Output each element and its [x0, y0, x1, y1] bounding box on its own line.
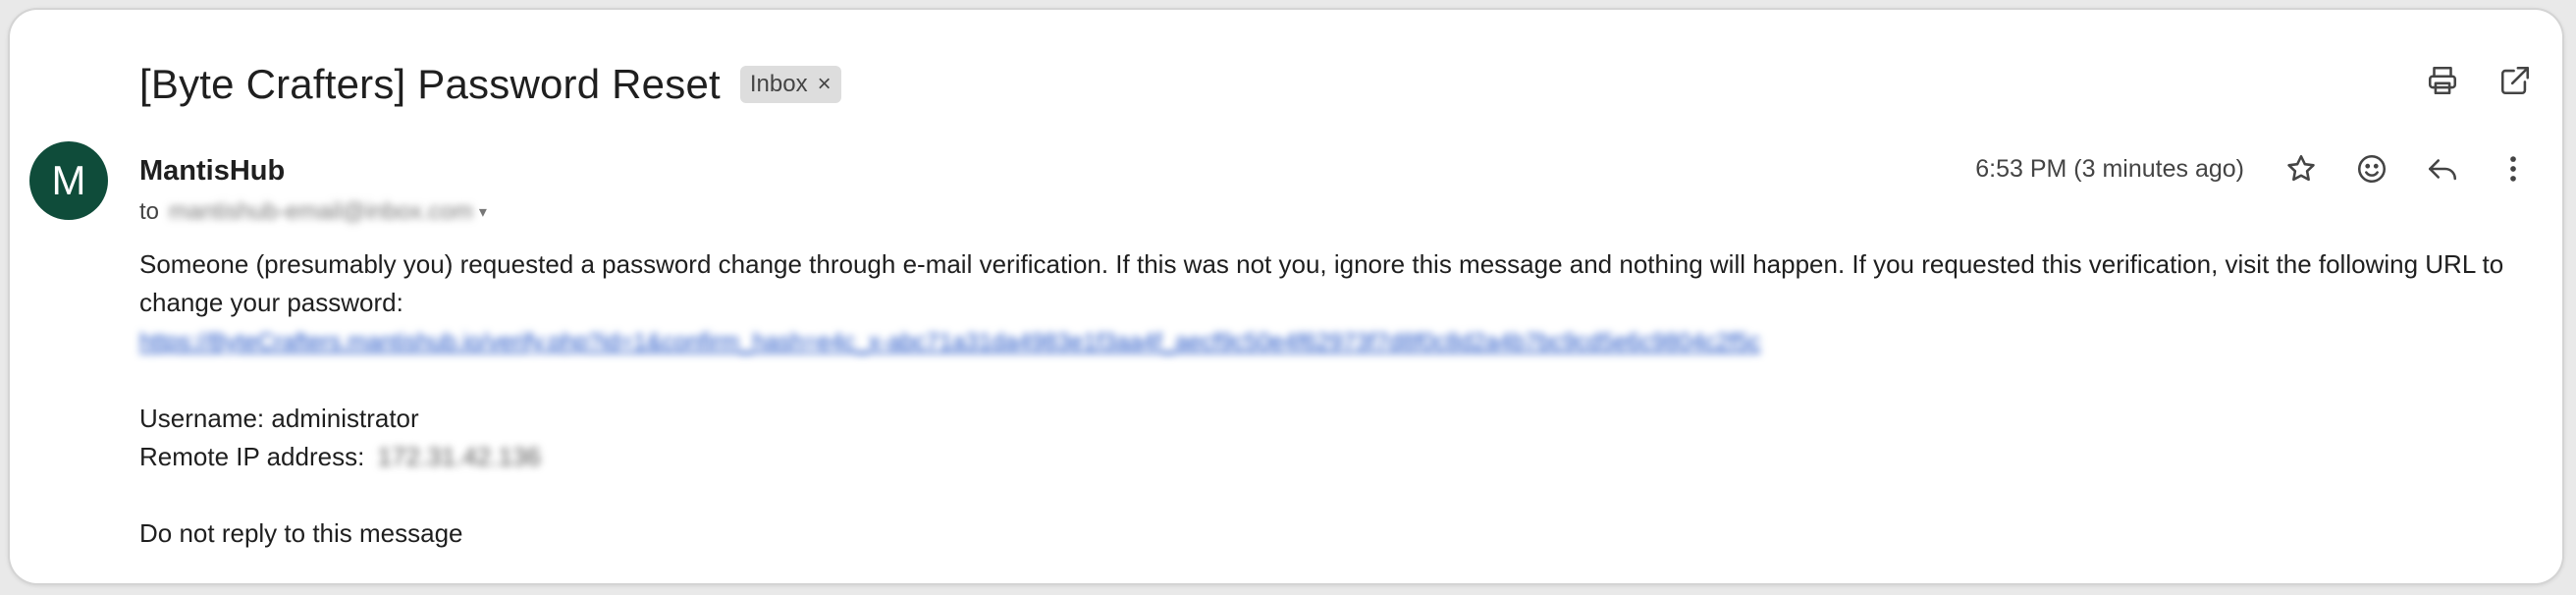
reply-icon[interactable]	[2421, 147, 2464, 190]
print-icon[interactable]	[2421, 59, 2464, 102]
ip-label: Remote IP address:	[139, 442, 365, 471]
emoji-icon[interactable]	[2350, 147, 2393, 190]
inbox-label-chip[interactable]: Inbox ×	[739, 66, 841, 103]
message-meta: 6:53 PM (3 minutes ago)	[1975, 147, 2535, 190]
reset-link[interactable]: https://ByteCrafters.mantishub.io/verify…	[139, 323, 1760, 361]
show-details-icon[interactable]: ▾	[479, 202, 487, 222]
message-body: Someone (presumably you) requested a pas…	[139, 245, 2535, 553]
ip-value: 172.31.42.136	[377, 442, 541, 471]
subject-row: [Byte Crafters] Password Reset Inbox ×	[139, 57, 841, 112]
recipient-address: mantishub-email@inbox.com	[169, 198, 473, 225]
footer-note: Do not reply to this message	[139, 518, 463, 548]
label-text: Inbox	[749, 71, 808, 97]
star-icon[interactable]	[2280, 147, 2323, 190]
thread-actions	[2421, 59, 2537, 102]
ip-line: Remote IP address: 172.31.42.136	[139, 438, 2535, 476]
avatar[interactable]: M	[29, 141, 108, 220]
email-card: [Byte Crafters] Password Reset Inbox × M…	[10, 10, 2562, 583]
body-intro: Someone (presumably you) requested a pas…	[139, 249, 2504, 317]
open-in-new-icon[interactable]	[2494, 59, 2537, 102]
to-prefix: to	[139, 198, 160, 225]
timestamp: 6:53 PM (3 minutes ago)	[1975, 154, 2244, 183]
email-subject: [Byte Crafters] Password Reset	[139, 61, 721, 107]
sender-name[interactable]: MantisHub	[139, 155, 285, 188]
recipient-line: to mantishub-email@inbox.com ▾	[139, 198, 487, 226]
more-vert-icon[interactable]	[2492, 147, 2535, 190]
username-line: Username: administrator	[139, 404, 419, 433]
remove-label-icon[interactable]: ×	[818, 71, 832, 98]
